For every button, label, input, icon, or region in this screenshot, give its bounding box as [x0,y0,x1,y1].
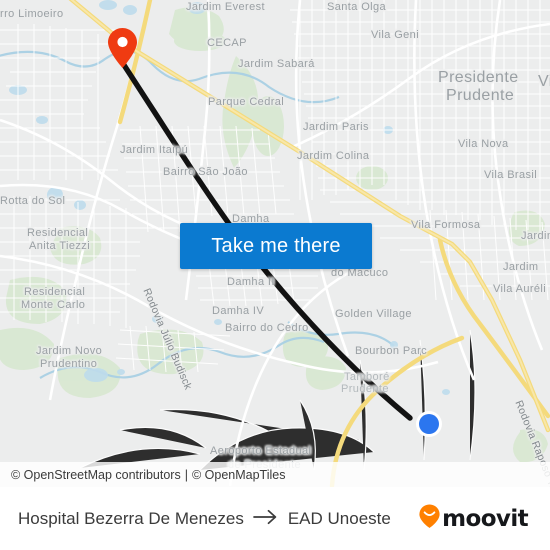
attribution-osm[interactable]: © OpenStreetMap contributors [11,468,181,482]
attribution-openmaptiles[interactable]: © OpenMapTiles [192,468,286,482]
attribution-separator: | [184,467,188,482]
route-summary: Hospital Bezerra De Menezes EAD Unoeste [18,509,419,529]
arrow-right-icon [252,509,279,529]
map-pin-icon [108,28,137,68]
route-footer: Hospital Bezerra De Menezes EAD Unoeste … [0,487,550,550]
destination-circle-icon [416,411,442,437]
destination-dot-marker[interactable] [415,410,443,438]
map-attribution: © OpenStreetMap contributors | © OpenMap… [0,462,550,487]
origin-stop-name: Hospital Bezerra De Menezes [18,508,244,528]
moovit-wordmark: moovit [442,505,528,532]
moovit-pin-icon [419,504,440,533]
destination-stop-name: EAD Unoeste [287,508,391,528]
moovit-route-card: rro Limoeiro Jardim Everest Santa Olga C… [0,0,550,550]
map-canvas[interactable]: rro Limoeiro Jardim Everest Santa Olga C… [0,0,550,487]
take-me-there-button[interactable]: Take me there [180,223,372,269]
moovit-logo[interactable]: moovit [419,504,529,533]
origin-pin-marker[interactable] [108,28,137,68]
